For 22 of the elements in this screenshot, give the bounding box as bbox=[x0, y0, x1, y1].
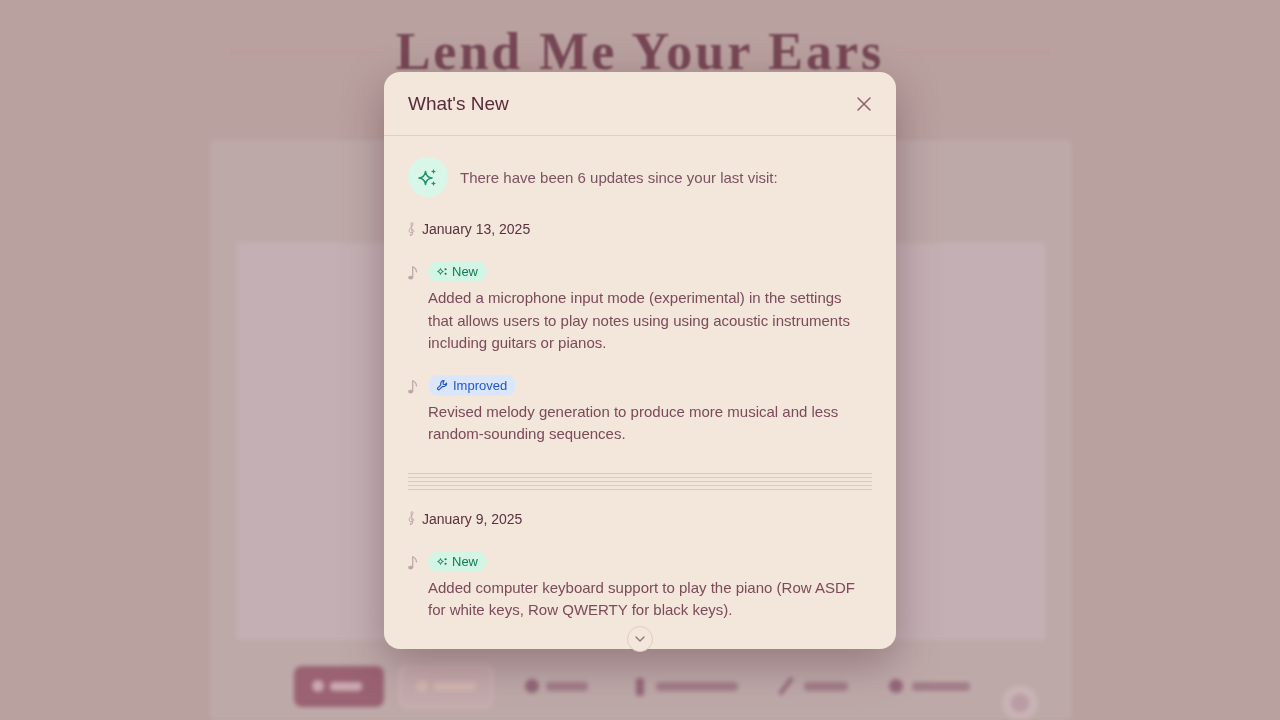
date-heading: January 13, 2025 bbox=[422, 221, 531, 237]
update-description: Added a microphone input mode (experimental) in the settings that allows users to play notes using using acoustic instruments including guitars or pianos. bbox=[428, 288, 851, 353]
app-title: Lend Me Your Ears bbox=[395, 22, 885, 82]
intro-text: There have been 6 updates since your last visit: bbox=[460, 168, 778, 186]
sparkle-icon bbox=[437, 267, 447, 276]
tag-label: Improved bbox=[453, 376, 508, 395]
wrench-icon bbox=[437, 379, 448, 391]
sparkle-icon bbox=[437, 556, 447, 566]
music-note-icon bbox=[408, 379, 417, 394]
tag-label: New bbox=[452, 552, 478, 571]
sparkle-icon bbox=[408, 157, 448, 197]
dialog-title: What's New bbox=[408, 92, 509, 115]
tag-label: New bbox=[452, 263, 478, 281]
music-note-icon bbox=[408, 555, 417, 570]
update-description: Revised melody generation to produce more musical and less random-sounding sequences. bbox=[428, 401, 840, 444]
date-heading: January 9, 2025 bbox=[422, 510, 523, 527]
chevron-down-icon bbox=[635, 636, 645, 642]
treble-clef-icon bbox=[408, 221, 415, 237]
update-description: Added computer keyboard support to play the piano (Row ASDF for white keys, Row QWERTY for black keys). bbox=[428, 577, 856, 620]
close-icon bbox=[857, 96, 871, 111]
music-note-icon bbox=[408, 266, 417, 280]
treble-clef-icon bbox=[408, 511, 415, 526]
